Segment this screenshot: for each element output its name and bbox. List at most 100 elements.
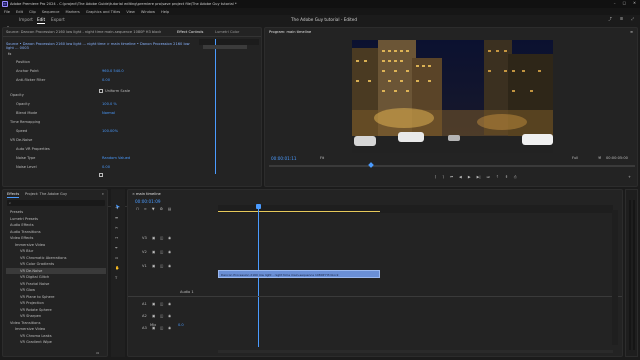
mini-playhead[interactable] [215, 39, 216, 174]
captions-icon[interactable]: ▤ [168, 207, 171, 211]
eye-icon[interactable]: ◉ [168, 250, 171, 254]
type-tool-icon[interactable]: T [115, 276, 117, 280]
effects-tree-item[interactable]: VR Projection [6, 300, 106, 306]
effect-row[interactable]: Speed 100.00% [6, 129, 196, 135]
effect-row-value[interactable]: 0.00 [102, 78, 110, 82]
tab-effect-controls[interactable]: Effect Controls [177, 30, 203, 34]
timeline-horizontal-scrollbar[interactable] [218, 350, 613, 353]
track-header[interactable]: V2 ▣ ◫ ◉ [134, 248, 214, 256]
extract-icon[interactable]: ⇞ [505, 175, 508, 179]
menu-file[interactable]: File [4, 10, 10, 14]
menu-edit[interactable]: Edit [16, 10, 23, 14]
add-marker-icon[interactable]: ▼ [152, 207, 155, 211]
video-clip[interactable]: Dancon Procession 2160 low light - night… [218, 270, 380, 278]
work-area-bar[interactable] [218, 211, 380, 212]
workspace-tab-import[interactable]: Import [19, 17, 33, 22]
track-header[interactable]: A1 ▣ ◫ ◉ [134, 300, 214, 308]
timeline-settings-icon[interactable]: ⚙ [160, 207, 163, 211]
effect-row[interactable]: VR De-Noise [6, 138, 196, 144]
quick-export-icon[interactable]: ⤴ [608, 17, 612, 21]
effect-row[interactable]: Position [6, 60, 196, 66]
effect-row-value[interactable]: 960.0 540.0 [102, 69, 124, 73]
selection-tool-icon[interactable] [115, 195, 121, 210]
eye-icon[interactable]: ◉ [168, 264, 171, 268]
effect-row-value[interactable]: Random Valued [102, 156, 130, 160]
mark-out-icon[interactable]: ⌉ [442, 175, 443, 179]
effect-row-value[interactable]: Normal [102, 111, 115, 115]
tab-project[interactable]: Project: The Adobe Guy [25, 192, 67, 196]
lift-icon[interactable]: ⇡ [496, 175, 499, 179]
effects-tree-item[interactable]: Video Effects [6, 235, 106, 241]
effects-tree-item[interactable]: VR Rotate Sphere [6, 307, 106, 313]
uniform-scale-checkbox[interactable] [99, 89, 103, 93]
lock-icon[interactable]: ▣ [152, 314, 155, 318]
sync-lock-icon[interactable]: ◫ [160, 264, 163, 268]
auto-vr-checkbox[interactable] [99, 173, 103, 177]
mix-value[interactable]: 0.0 [178, 323, 184, 327]
effects-tree-item[interactable]: VR Sharpen [6, 313, 106, 319]
effect-row[interactable]: Anchor Point 960.0 540.0 [6, 69, 196, 75]
program-scrub-bar[interactable] [269, 165, 635, 167]
new-bin-icon[interactable]: ▭ [96, 351, 99, 355]
timeline-tab[interactable]: main timeline [136, 192, 161, 196]
close-icon[interactable]: ✕ [633, 1, 636, 5]
timeline-playhead-line[interactable] [258, 209, 259, 347]
lock-icon[interactable]: ▣ [152, 250, 155, 254]
effects-tree-item[interactable]: Audio Effects [6, 222, 106, 228]
home-icon[interactable] [5, 17, 11, 32]
lock-icon[interactable]: ▣ [152, 302, 155, 306]
track-name[interactable]: V2 [142, 250, 147, 254]
timeline-vertical-scrollbar[interactable] [612, 210, 618, 345]
menu-clip[interactable]: Clip [29, 10, 36, 14]
resolution-select[interactable]: Full [572, 156, 578, 160]
effects-tree-item[interactable]: Immersive Video [6, 326, 106, 332]
menu-help[interactable]: Help [161, 10, 169, 14]
effect-row[interactable]: Noise Level 0.00 [6, 165, 196, 171]
workspaces-icon[interactable]: ☰ [620, 17, 623, 21]
sync-lock-icon[interactable]: ◫ [160, 326, 163, 330]
go-to-out-icon[interactable]: ⏭ [487, 175, 490, 179]
lock-icon[interactable]: ▣ [152, 264, 155, 268]
slip-tool-icon[interactable]: ↔ [115, 236, 118, 240]
step-back-icon[interactable]: ◀ [459, 175, 462, 179]
effects-tree-item[interactable]: VR Color Gradients [6, 261, 106, 267]
effect-row-value[interactable]: 100.00% [102, 129, 118, 133]
effects-tree-item[interactable]: Audio Transitions [6, 229, 106, 235]
button-editor-icon[interactable]: + [628, 175, 631, 179]
rectangle-tool-icon[interactable]: ▭ [115, 256, 118, 260]
effect-row[interactable]: Time Remapping [6, 120, 196, 126]
effects-tree-item[interactable]: Immersive Video [6, 242, 106, 248]
effects-tree-item[interactable]: VR Chromatic Aberrations [6, 255, 106, 261]
effects-tree-item[interactable]: VR Chroma Leaks [6, 333, 106, 339]
eye-icon[interactable]: ◉ [168, 236, 171, 240]
tab-effects[interactable]: Effects [7, 192, 19, 196]
program-timecode[interactable]: 00:00:01:11 [271, 156, 297, 161]
track-name[interactable]: V3 [142, 236, 147, 240]
effects-tree-item[interactable]: VR Digital Glitch [6, 274, 106, 280]
linked-selection-icon[interactable]: ∞ [144, 207, 147, 211]
effect-row-value[interactable]: 100.0 % [102, 102, 117, 106]
step-forward-icon[interactable]: ▶| [477, 175, 481, 179]
effects-tree-item[interactable]: VR Glow [6, 287, 106, 293]
track-header[interactable]: V1 ▣ ◫ ◉ [134, 262, 214, 270]
effects-tree-item[interactable]: VR Gradient Wipe [6, 339, 106, 345]
export-frame-button[interactable]: ⎙ [514, 175, 517, 179]
ripple-edit-icon[interactable]: ⇹ [115, 216, 118, 220]
play-icon[interactable]: ▶ [468, 175, 471, 179]
sync-lock-icon[interactable]: ◫ [160, 302, 163, 306]
menu-window[interactable]: Window [141, 10, 155, 14]
effects-tree-item[interactable]: Presets [6, 209, 106, 215]
hand-tool-icon[interactable]: ✋ [115, 266, 119, 270]
effects-tree-item[interactable]: VR De-Noise [6, 267, 106, 274]
effect-row[interactable]: Opacity [6, 93, 196, 99]
workspace-tab-export[interactable]: Export [51, 17, 65, 22]
razor-tool-icon[interactable]: ✂ [115, 226, 118, 230]
pen-tool-icon[interactable]: ✒ [115, 246, 118, 250]
maximize-icon[interactable]: □ [623, 1, 626, 5]
track-header[interactable]: A3 ▣ ◫ ◉ [134, 324, 214, 332]
effect-row[interactable]: Anti-flicker Filter 0.00 [6, 78, 196, 84]
track-name[interactable]: A2 [142, 314, 147, 318]
mark-in-icon[interactable]: ⌈ [435, 175, 436, 179]
menu-view[interactable]: View [126, 10, 135, 14]
timeline-timecode[interactable]: 00:00:01:09 [135, 199, 161, 204]
